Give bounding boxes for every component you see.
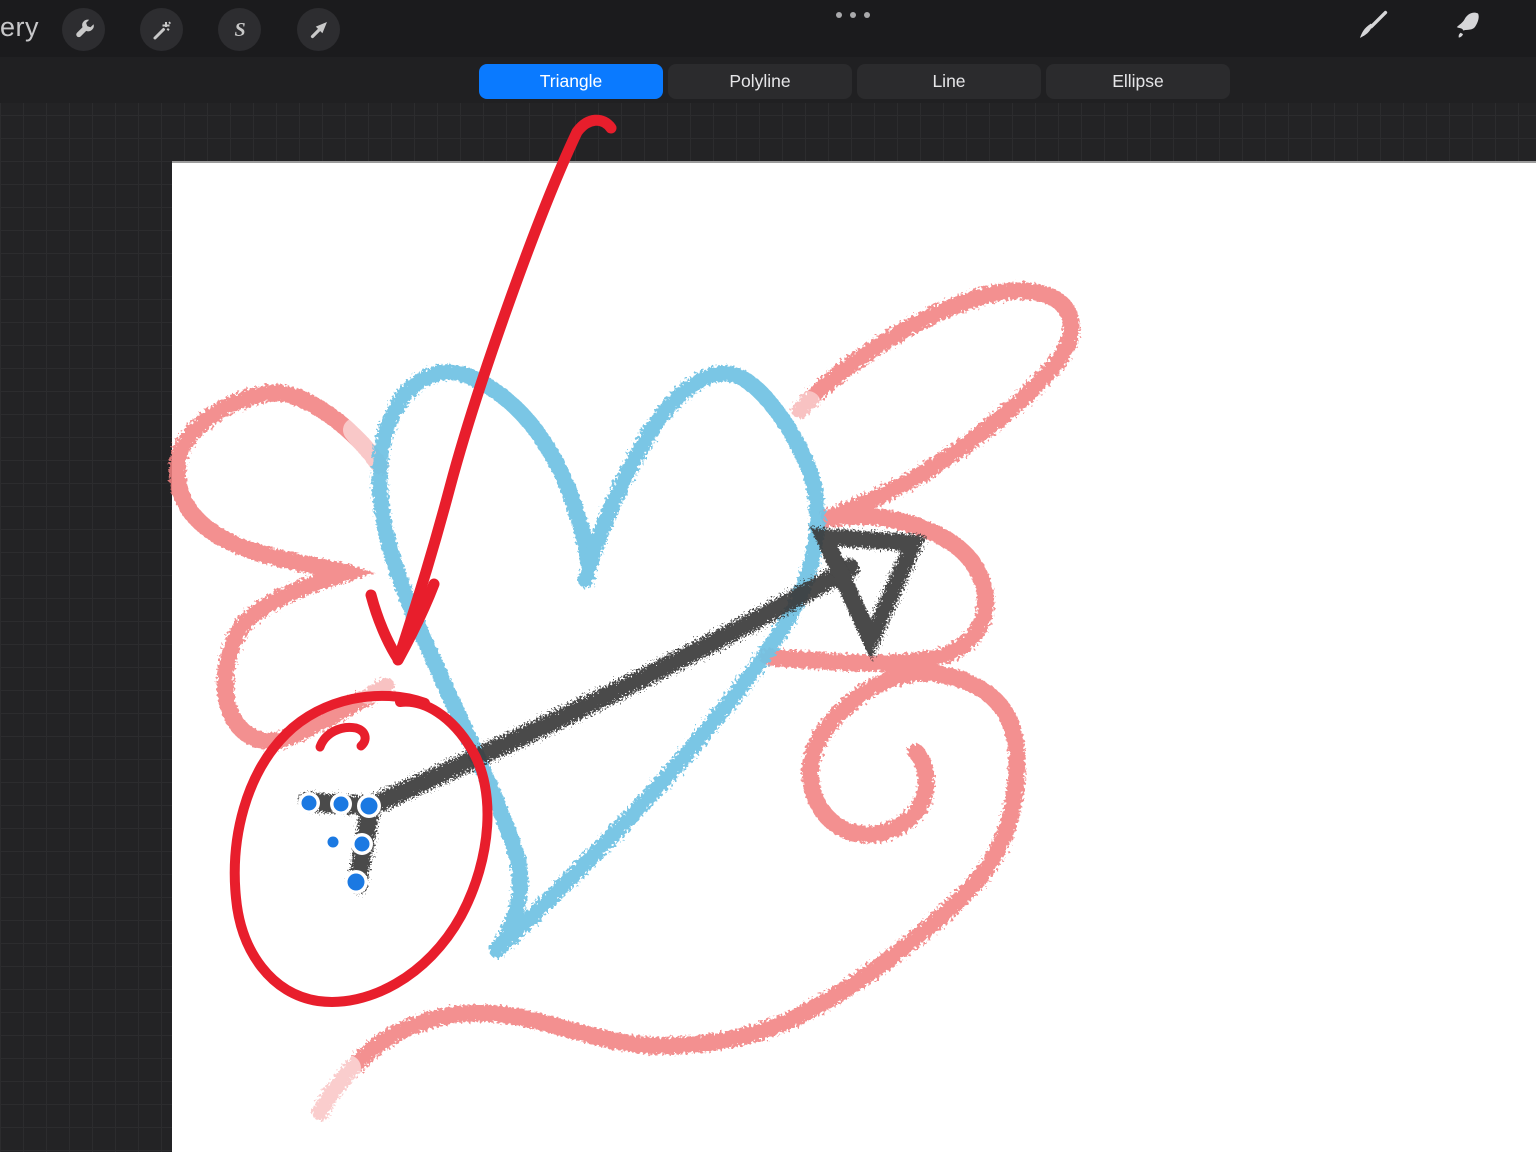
shape-tab-ellipse[interactable]: Ellipse [1046,64,1230,99]
shape-tab-line[interactable]: Line [857,64,1041,99]
edit-node[interactable] [351,833,373,855]
ellipsis-icon [864,12,870,18]
transform-button[interactable] [297,8,340,51]
curve-s-icon: S [228,18,252,42]
edit-node[interactable] [330,793,352,815]
wrench-icon [72,18,96,42]
brush-icon [1355,9,1389,48]
edit-node[interactable] [344,870,368,894]
ellipsis-icon [836,12,842,18]
more-options-button[interactable] [836,12,870,18]
shape-tab-triangle[interactable]: Triangle [479,64,663,99]
svg-text:S: S [234,19,245,41]
edit-node[interactable] [325,834,341,850]
smudge-icon [1449,9,1483,48]
shape-options-bar: Triangle Polyline Line Ellipse [0,57,1536,103]
edit-node[interactable] [357,794,381,818]
top-toolbar: ery S [0,0,1536,57]
shape-tab-polyline[interactable]: Polyline [668,64,852,99]
ellipsis-icon [850,12,856,18]
adjustments-button[interactable] [140,8,183,51]
transform-arrow-icon [307,18,331,42]
selection-button[interactable]: S [218,8,261,51]
actions-button[interactable] [62,8,105,51]
procreate-window: ery S Triangle Polyline Line Ellipse [0,0,1536,1152]
brush-tool-button[interactable] [1344,6,1400,50]
drawing-canvas[interactable] [172,163,1536,1152]
gallery-button[interactable]: ery [0,12,39,43]
magic-wand-icon [150,18,174,42]
edit-node[interactable] [298,792,320,814]
smudge-tool-button[interactable] [1438,6,1494,50]
